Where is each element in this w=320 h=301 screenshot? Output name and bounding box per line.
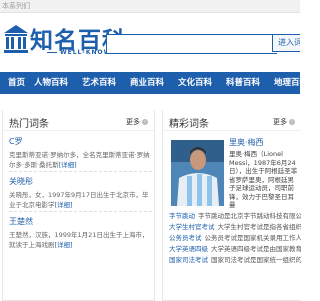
hot-entries-title: 热门词条 bbox=[9, 119, 49, 130]
nav-item-art[interactable]: 艺术百科 bbox=[82, 72, 116, 94]
featured-link-name[interactable]: 大学英语四级 bbox=[169, 245, 208, 253]
nav-item-business[interactable]: 商业百科 bbox=[130, 72, 164, 94]
featured-link-desc: 大学生村官考试是指各省组织的选拔 bbox=[217, 223, 302, 231]
featured-link-item[interactable]: 字节跳动 字节跳动是北京字节跳动科技有限公司 bbox=[169, 210, 301, 220]
hot-entries-header: 热门词条 更多 › bbox=[3, 110, 154, 131]
top-bar: 本系列们 bbox=[0, 0, 300, 13]
featured-entry-desc: 里奥·梅西（Lionel Messi，1987年6月24日），出生于阿根廷圣菲省… bbox=[229, 150, 298, 209]
featured-entries-title: 精彩词条 bbox=[169, 119, 209, 130]
featured-entries-header: 精彩词条 更多 › bbox=[163, 110, 301, 131]
hot-entry-detail-link[interactable]: [详细] bbox=[55, 241, 73, 249]
hot-entry-desc-text: 王楚然，汉族，1999年1月21日出生于上海市，就读于上海戏剧 bbox=[9, 231, 149, 249]
divider bbox=[9, 211, 152, 212]
featured-link-desc: 国家司法考试是国家统一组织的从事 bbox=[211, 256, 301, 264]
featured-link-name[interactable]: 字节跳动 bbox=[169, 212, 195, 220]
featured-entry-name[interactable]: 里奥·梅西 bbox=[229, 137, 264, 148]
hot-entry-desc-text: 关晓彤，女，1997年9月17日出生于北京市，毕业于北京电影学 bbox=[9, 191, 149, 209]
nav-item-people[interactable]: 人物百科 bbox=[34, 72, 68, 94]
encyclopedia-logo-icon[interactable] bbox=[2, 24, 30, 54]
divider bbox=[9, 171, 152, 172]
featured-more-label: 更多 bbox=[273, 118, 287, 126]
featured-link-name[interactable]: 公务员考试 bbox=[169, 234, 202, 242]
featured-link-desc: 公务员考试是国家机关录用工作人员 bbox=[204, 234, 302, 242]
hot-entry-name[interactable]: 关晓彤 bbox=[9, 176, 152, 187]
nav-item-home[interactable]: 首页 bbox=[8, 72, 25, 94]
featured-link-item[interactable]: 国家司法考试国家司法考试是国家统一组织的从事 bbox=[169, 254, 301, 264]
hot-entry-detail-link[interactable]: [详细] bbox=[55, 201, 73, 209]
nav-item-geography[interactable]: 地理百科 bbox=[274, 72, 308, 94]
hot-more-link[interactable]: 更多 › bbox=[126, 117, 148, 127]
hot-entry-desc: 王楚然，汉族，1999年1月21日出生于上海市，就读于上海戏剧[详细] bbox=[9, 230, 152, 250]
hot-entry-name[interactable]: C罗 bbox=[9, 136, 152, 147]
featured-more-link[interactable]: 更多 › bbox=[273, 117, 295, 127]
hot-entry-name[interactable]: 王楚然 bbox=[9, 216, 152, 227]
hot-entry-detail-link[interactable]: [详细] bbox=[59, 161, 77, 169]
nav-item-science[interactable]: 科普百科 bbox=[226, 72, 260, 94]
nav-item-culture[interactable]: 文化百科 bbox=[178, 72, 212, 94]
featured-entries-panel: 精彩词条 更多 › 里奥·梅西 里奥·梅西（Lionel Messi，1987年6… bbox=[162, 110, 301, 301]
hot-entry-desc-text: 克里斯蒂亚诺·罗纳尔多，全名克里斯蒂亚诺·罗纳尔多·多斯·桑托斯 bbox=[9, 151, 150, 169]
hot-entries-panel: 热门词条 更多 › C罗 克里斯蒂亚诺·罗纳尔多，全名克里斯蒂亚诺·罗纳尔多·多斯… bbox=[2, 110, 155, 301]
featured-link-name[interactable]: 国家司法考试 bbox=[169, 256, 208, 264]
top-bar-text: 本系列们 bbox=[2, 2, 30, 10]
main-nav: 首页 人物百科 艺术百科 商业百科 文化百科 科普百科 地理百科 bbox=[0, 72, 308, 94]
player-photo-icon bbox=[171, 140, 224, 206]
featured-link-desc: 大学英语四级考试是由国家教育部高 bbox=[211, 245, 301, 253]
featured-link-item[interactable]: 大学英语四级大学英语四级考试是由国家教育部高 bbox=[169, 243, 301, 253]
hot-entry: C罗 克里斯蒂亚诺·罗纳尔多，全名克里斯蒂亚诺·罗纳尔多·多斯·桑托斯[详细] bbox=[9, 136, 152, 170]
hot-entry-desc: 关晓彤，女，1997年9月17日出生于北京市，毕业于北京电影学[详细] bbox=[9, 190, 152, 210]
featured-link-item[interactable]: 大学生村官考试大学生村官考试是指各省组织的选拔 bbox=[169, 221, 301, 231]
hot-entry-desc: 克里斯蒂亚诺·罗纳尔多，全名克里斯蒂亚诺·罗纳尔多·多斯·桑托斯[详细] bbox=[9, 150, 152, 170]
hot-more-label: 更多 bbox=[126, 118, 140, 126]
hot-entry: 关晓彤 关晓彤，女，1997年9月17日出生于北京市，毕业于北京电影学[详细] bbox=[9, 176, 152, 210]
search-input[interactable] bbox=[106, 34, 277, 54]
chevron-right-icon: › bbox=[142, 119, 148, 125]
search-button[interactable]: 进入词条 bbox=[272, 34, 300, 52]
hot-entry: 王楚然 王楚然，汉族，1999年1月21日出生于上海市，就读于上海戏剧[详细] bbox=[9, 216, 152, 250]
featured-photo[interactable] bbox=[171, 140, 224, 206]
featured-link-desc: 字节跳动是北京字节跳动科技有限公司 bbox=[198, 212, 301, 220]
featured-link-item[interactable]: 公务员考试 公务员考试是国家机关录用工作人员 bbox=[169, 232, 301, 242]
featured-link-name[interactable]: 大学生村官考试 bbox=[169, 223, 215, 231]
chevron-right-icon: › bbox=[289, 119, 295, 125]
